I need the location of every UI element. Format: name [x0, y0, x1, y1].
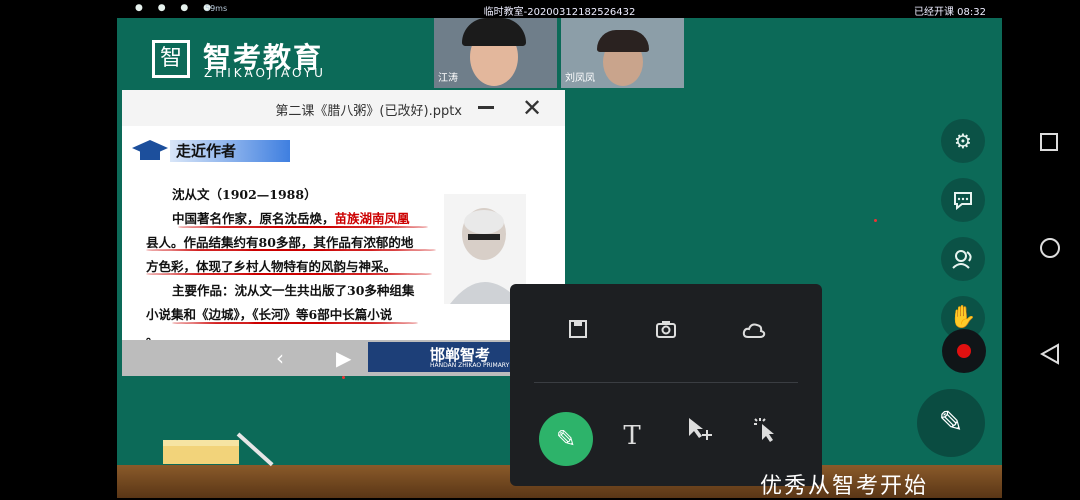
laser-dot — [874, 219, 877, 222]
video-name: 江涛 — [438, 73, 458, 84]
ink-underline — [146, 249, 436, 251]
chat-icon[interactable] — [941, 178, 985, 222]
graduation-cap-icon — [130, 138, 170, 164]
gear-icon[interactable]: ⚙ — [941, 119, 985, 163]
members-icon[interactable] — [941, 237, 985, 281]
ppt-nav-bar: ‹ ▶ 邯郸智考 HANDAN ZHIKAO PRIMARY — [122, 340, 565, 376]
cloud-icon[interactable] — [734, 314, 774, 354]
slide-line: 主要作品：沈从文一生共出版了30多种组集 — [172, 283, 415, 298]
prev-slide-icon[interactable]: ‹ — [276, 346, 284, 370]
author-name: 沈从文（1902—1988） — [172, 187, 317, 202]
chalk-eraser — [163, 440, 239, 464]
brand-english: HANDAN ZHIKAO PRIMARY — [430, 362, 510, 369]
ink-underline — [178, 226, 428, 228]
home-icon[interactable] — [1040, 238, 1060, 258]
video-hair — [462, 18, 526, 46]
laser-pointer-icon[interactable] — [746, 416, 786, 456]
popup-divider — [534, 382, 798, 383]
pen-icon[interactable]: ✎ — [917, 389, 985, 457]
slogan: 优秀从智考开始 — [760, 474, 929, 499]
status-bar: ● ● ● ● 59ms 临时教室-20200312182526432 已经开课… — [117, 0, 1002, 18]
classroom-title: 临时教室-20200312182526432 — [483, 7, 636, 18]
save-icon[interactable] — [558, 314, 598, 354]
slide: 走近作者 沈从文（1902—1988） 中国著名作家，原名沈岳焕，苗族湖南凤凰 … — [122, 126, 565, 344]
ppt-title: 第二课《腊八粥》(已改好).pptx — [275, 104, 462, 119]
laser-dot — [342, 376, 345, 379]
video-hair — [597, 30, 649, 52]
next-slide-icon[interactable]: ▶ — [336, 346, 351, 370]
pen-icon[interactable]: ✎ — [539, 412, 593, 466]
ink-underline — [172, 322, 418, 324]
section-title: 走近作者 — [170, 140, 290, 162]
ppt-title-bar[interactable]: 第二课《腊八粥》(已改好).pptx ✕ — [122, 90, 565, 126]
ppt-window[interactable]: 第二课《腊八粥》(已改好).pptx ✕ 走近作者 沈从文（1902—1988）… — [122, 90, 565, 376]
tool-popup[interactable]: ✎ T — [510, 284, 822, 486]
logo-subtitle: ZHIKAOJIAOYU — [204, 66, 326, 80]
select-move-icon[interactable] — [680, 416, 720, 456]
ink-underline — [146, 273, 432, 275]
record-dot-icon — [957, 344, 971, 358]
student-video[interactable]: 刘凤凤 — [561, 18, 684, 88]
teacher-video[interactable]: 江涛 — [434, 18, 557, 88]
slide-line: 中国著名作家，原名沈岳焕，苗族湖南凤凰 — [172, 211, 410, 226]
recent-apps-icon[interactable] — [1040, 133, 1058, 151]
text-icon[interactable]: T — [612, 416, 652, 456]
class-status: 已经开课 08:32 — [913, 7, 986, 18]
minimize-icon[interactable] — [478, 106, 494, 109]
camera-icon[interactable] — [646, 314, 686, 354]
video-name: 刘凤凤 — [565, 73, 595, 84]
logo-icon: 智 — [152, 40, 190, 78]
slide-line: 小说集和《边城》，《长河》等6部中长篇小说 — [146, 307, 393, 322]
record-button[interactable] — [942, 329, 986, 373]
close-icon[interactable]: ✕ — [522, 94, 542, 122]
back-icon[interactable] — [1039, 343, 1060, 369]
